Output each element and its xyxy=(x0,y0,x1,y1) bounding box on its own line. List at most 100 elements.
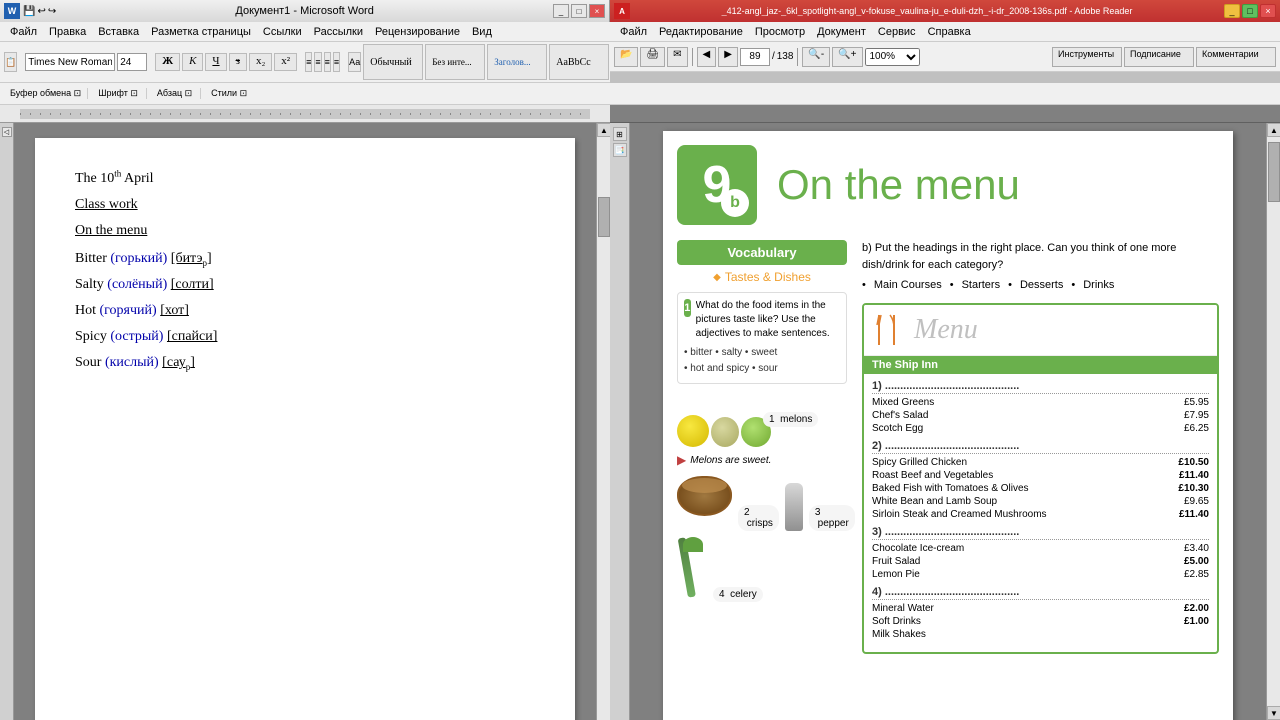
pdf-bookmark-btn[interactable]: 📑 xyxy=(613,143,627,157)
pdf-menu-edit[interactable]: Редактирование xyxy=(653,26,749,38)
word-styles-btn[interactable]: Аа xyxy=(348,52,361,72)
word-align-right-btn[interactable]: ≡ xyxy=(324,52,331,72)
pdf-zoom-in-btn[interactable]: 🔍+ xyxy=(832,47,862,67)
doc-vocab-salty: Salty (солёный) [солти] xyxy=(75,275,535,293)
pdf-left-sidebar: ⊞ 📑 xyxy=(610,123,630,720)
pdf-prev-page-btn[interactable]: ◀ xyxy=(697,47,717,67)
pdf-scrollbar: ▲ ▼ xyxy=(1266,123,1280,720)
doc-date-line: The 10th April xyxy=(75,168,535,187)
pdf-scroll-thumb[interactable] xyxy=(1268,142,1280,202)
menu-item-price-mineral-water: £2.00 xyxy=(1184,603,1209,614)
pdf-menu-file[interactable]: Файл xyxy=(614,26,653,38)
word-scrollbar: ▲ ▼ xyxy=(596,123,610,720)
pdf-menu-tools[interactable]: Сервис xyxy=(872,26,922,38)
menu-item-name-spicy-chicken: Spicy Grilled Chicken xyxy=(872,457,967,468)
word-style-sample[interactable]: AaBbCc xyxy=(549,44,609,80)
word-menu-refs[interactable]: Ссылки xyxy=(257,26,308,38)
task1-text: What do the food items in the pictures t… xyxy=(696,299,840,341)
doc-hot-tr: [хот] xyxy=(160,303,189,318)
pdf-left-column: Vocabulary ◆ Tastes & Dishes 1 What do t xyxy=(677,240,847,654)
pdf-sidebar-nav-btn[interactable]: ⊞ xyxy=(613,127,627,141)
doc-hot-ru: (горячий) xyxy=(100,303,161,318)
word-font-label: Шрифт ⊡ xyxy=(90,88,147,99)
pdf-open-btn[interactable]: 📂 xyxy=(614,47,638,67)
word-style-heading[interactable]: Заголов... xyxy=(487,44,547,80)
pdf-sign-btn[interactable]: Подписание xyxy=(1124,47,1194,67)
pdf-menu-help[interactable]: Справка xyxy=(922,26,977,38)
pdf-page-input[interactable] xyxy=(740,48,770,66)
scroll-up-btn[interactable]: ▲ xyxy=(597,123,611,137)
word-page-container: The 10th April Class work On the menu Bi… xyxy=(14,123,596,720)
word-paste-btn[interactable]: 📋 xyxy=(4,52,17,72)
pdf-scroll-up-btn[interactable]: ▲ xyxy=(1267,123,1280,137)
pdf-menu-doc[interactable]: Документ xyxy=(811,26,872,38)
word-menu-page[interactable]: Разметка страницы xyxy=(145,26,257,38)
word-title-buttons: _ □ × xyxy=(553,4,609,18)
vocab-label: Vocabulary xyxy=(677,240,847,265)
word-collapse-btn[interactable]: ◁ xyxy=(2,127,12,137)
menu-item-price-soft-drinks: £1.00 xyxy=(1184,616,1209,627)
pdf-page-header: 9 b On the menu xyxy=(677,145,1219,225)
menu-item-price-scotch-egg: £6.25 xyxy=(1184,423,1209,434)
word-menu-edit[interactable]: Правка xyxy=(43,26,92,38)
word-maximize-btn[interactable]: □ xyxy=(571,4,587,18)
pdf-scroll-down-btn[interactable]: ▼ xyxy=(1267,706,1280,720)
word-left-panel: ◁ xyxy=(0,123,14,720)
word-menu-view[interactable]: Вид xyxy=(466,26,498,38)
word-font-name-input[interactable] xyxy=(25,53,115,71)
word-font-size-input[interactable] xyxy=(117,53,147,71)
word-strike-btn[interactable]: з xyxy=(229,53,247,71)
menu-item-price-white-bean: £9.65 xyxy=(1184,496,1209,507)
doc-spicy-tr: [спайси] xyxy=(167,329,217,344)
pdf-close-btn[interactable]: × xyxy=(1260,4,1276,18)
word-minimize-btn[interactable]: _ xyxy=(553,4,569,18)
menu-roast-beef: Roast Beef and Vegetables £11.40 xyxy=(872,470,1209,481)
word-doc-scroll-area: ◁ The 10th April Class work On the menu xyxy=(0,123,610,720)
pdf-next-page-btn[interactable]: ▶ xyxy=(718,47,738,67)
word-undo-icon[interactable]: ↩ xyxy=(37,6,45,17)
pdf-menu-view[interactable]: Просмотр xyxy=(749,26,811,38)
sep6 xyxy=(797,48,798,66)
crisps-top xyxy=(682,478,727,493)
crisps-label: 2 crisps xyxy=(738,505,779,531)
word-align-left-btn[interactable]: ≡ xyxy=(305,52,312,72)
doc-salty-en: Salty xyxy=(75,277,107,292)
word-subscript-btn[interactable]: х₂ xyxy=(249,53,272,71)
scroll-thumb[interactable] xyxy=(598,197,610,237)
word-underline-btn[interactable]: Ч xyxy=(205,53,226,71)
example-sentence: Melons are sweet. xyxy=(690,455,771,466)
word-italic-btn[interactable]: К xyxy=(182,53,203,71)
cat-drinks: Drinks xyxy=(1083,279,1114,291)
pdf-zoom-select[interactable]: 100% 75% 125% 150% xyxy=(865,48,920,66)
pdf-title-bar: A _412-angl_jaz-_6kl_spotlight-angl_v-fo… xyxy=(610,0,1280,22)
pdf-print-btn[interactable]: 🖨 xyxy=(640,47,665,67)
pdf-page: 9 b On the menu Vocabulary ◆ xyxy=(663,131,1233,720)
word-close-btn[interactable]: × xyxy=(589,4,605,18)
pdf-minimize-btn[interactable]: _ xyxy=(1224,4,1240,18)
word-style-no-int[interactable]: Без инте... xyxy=(425,44,485,80)
word-bold-btn[interactable]: Ж xyxy=(155,53,180,71)
pdf-maximize-btn[interactable]: □ xyxy=(1242,4,1258,18)
example-sentence-row: ▶ Melons are sweet. xyxy=(677,453,847,468)
menu-item-name-choc-icecream: Chocolate Ice-cream xyxy=(872,543,964,554)
word-style-normal[interactable]: Обычный xyxy=(363,44,423,80)
word-menu-mail[interactable]: Рассылки xyxy=(308,26,369,38)
word-menu-file[interactable]: Файл xyxy=(4,26,43,38)
word-redo-icon[interactable]: ↪ xyxy=(48,6,56,17)
cat-dot4: • xyxy=(1071,279,1075,291)
word-menu-insert[interactable]: Вставка xyxy=(92,26,145,38)
menu-item-price-spicy-chicken: £10.50 xyxy=(1178,457,1209,468)
word-superscript-btn[interactable]: х² xyxy=(274,53,297,71)
pdf-comments-btn[interactable]: Комментарии xyxy=(1196,47,1276,67)
scroll-track xyxy=(597,137,610,720)
melons-img xyxy=(677,392,757,447)
pdf-tools-btn[interactable]: Инструменты xyxy=(1052,47,1122,67)
word-save-icon[interactable]: 💾 xyxy=(23,6,35,17)
pdf-email-btn[interactable]: ✉ xyxy=(667,47,687,67)
word-justify-btn[interactable]: ≡ xyxy=(333,52,340,72)
doc-spicy-ru: (острый) xyxy=(110,329,167,344)
word-align-center-btn[interactable]: ≡ xyxy=(314,52,321,72)
word-menu-review[interactable]: Рецензирование xyxy=(369,26,466,38)
menu-item-price-choc-icecream: £3.40 xyxy=(1184,543,1209,554)
pdf-zoom-out-btn[interactable]: 🔍- xyxy=(802,47,830,67)
